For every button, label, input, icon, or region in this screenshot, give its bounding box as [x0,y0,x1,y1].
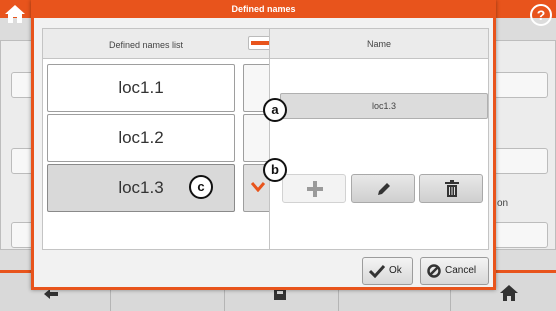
edit-name-button[interactable] [351,174,415,203]
pencil-icon [378,183,390,195]
chevron-down-icon [251,182,265,192]
background-field [494,72,548,98]
list-item-label: loc1.1 [118,78,164,97]
home-icon[interactable] [500,285,518,301]
callout-marker-c: c [189,175,213,199]
back-arrow-icon[interactable] [44,289,58,299]
cancel-button[interactable]: Cancel [420,257,489,285]
ok-label: Ok [389,265,402,276]
name-value-field[interactable]: loc1.3 [280,93,488,119]
cancel-icon [427,264,441,278]
home-icon [5,5,25,23]
background-label: on [497,198,509,209]
dialog-title: Defined names [34,0,493,18]
add-name-button[interactable] [282,174,346,203]
list-item[interactable]: loc1.2 [47,114,235,162]
callout-marker-a: a [263,98,287,122]
defined-names-dialog: Defined names Defined names list loc1.1 … [31,0,496,290]
edit-header: Name [270,29,488,59]
list-item-label: loc1.2 [118,128,164,147]
ok-button[interactable]: Ok [362,257,413,285]
minus-icon [251,41,269,45]
help-icon: ? [536,7,546,23]
defined-names-list-panel: Defined names list loc1.1 loc1.2 loc1.3 [42,28,297,250]
plus-icon [307,181,323,197]
cancel-label: Cancel [445,265,477,276]
background-field [494,148,548,174]
save-icon[interactable] [274,290,286,300]
help-button[interactable]: ? [530,4,552,26]
background-field [494,222,548,248]
list-item-label: loc1.3 [118,178,164,197]
name-edit-panel: Name loc1.3 [269,28,489,250]
home-button[interactable] [4,4,26,24]
checkmark-icon [369,264,385,278]
trash-icon [445,180,459,197]
delete-name-button[interactable] [419,174,483,203]
list-item[interactable]: loc1.1 [47,64,235,112]
callout-marker-b: b [263,158,287,182]
